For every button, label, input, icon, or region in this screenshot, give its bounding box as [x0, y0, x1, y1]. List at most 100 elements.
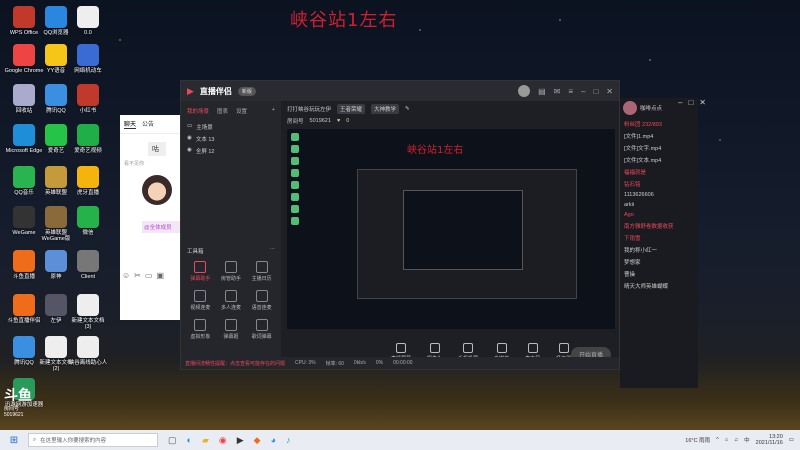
stream-category[interactable]: 王者荣耀 — [337, 104, 366, 114]
weather-text[interactable]: 16°C 雨雨 — [685, 436, 710, 444]
camera-icon — [429, 343, 440, 353]
toolbox-item-label: 语音连麦 — [251, 305, 272, 311]
app-title: 直播伴侣 — [199, 86, 232, 96]
tab-charts[interactable]: 图表 — [217, 107, 228, 115]
list-item[interactable]: arkii — [620, 200, 698, 210]
scene-group[interactable]: ▭ 主场景 — [181, 121, 281, 133]
stream-title[interactable]: 打打峡谷玩玩左伊 — [287, 105, 331, 113]
scene-item[interactable]: ◉ 全屏 12 — [181, 145, 281, 157]
tool-icon — [255, 319, 268, 331]
task-view-icon[interactable]: ▢ — [168, 435, 177, 446]
add-icon[interactable]: + — [272, 107, 275, 115]
toolbox-item[interactable]: 多人连麦 — [218, 290, 245, 311]
eye-icon[interactable]: ◉ — [187, 147, 192, 155]
scene-group-label: 主场景 — [196, 125, 213, 131]
desktop-shortcut[interactable]: Client — [68, 250, 108, 280]
toolbox-item[interactable]: 歌词弹幕 — [248, 319, 275, 340]
stream-tag[interactable]: 大神教学 — [371, 104, 400, 114]
taskbar-search[interactable]: ⌕ 在这里输入你要搜索的内容 — [28, 433, 158, 447]
fps-text: 帧率: 60 — [325, 360, 344, 367]
toolbox-item[interactable]: 视频连麦 — [187, 290, 214, 311]
mention-all[interactable]: @全体成员 — [142, 221, 180, 233]
desktop-shortcut[interactable]: 虎牙直播 — [68, 166, 108, 196]
chevron-up-icon[interactable]: ^ — [716, 437, 719, 443]
music-icon[interactable]: ♪ — [286, 435, 291, 446]
tool-icon — [255, 290, 268, 302]
desktop-shortcut[interactable]: 峡谷离线助心人 — [68, 336, 108, 366]
toolbox-grid: 弹幕助手 房管助手 主播日历视频连麦 多人连麦 语音连麦虚拟形象 弹幕姬 歌词弹幕 — [181, 255, 281, 346]
warning-text[interactable]: 直播间流畅性提醒：点击查看可能存在的问题 — [185, 360, 285, 367]
minimize-icon[interactable]: – — [678, 98, 682, 107]
user-avatar[interactable] — [518, 85, 531, 97]
list-item[interactable]: 福福就是 — [620, 166, 698, 178]
app-icon — [13, 250, 35, 272]
edge-icon[interactable]: ◐ — [187, 435, 192, 446]
notification-icon[interactable]: ▭ — [789, 437, 794, 443]
desktop-shortcut[interactable]: 爱奇艺视频 — [68, 124, 108, 154]
list-item[interactable]: [文件]文字.mp4 — [620, 142, 698, 154]
toolbox-item[interactable]: 主播日历 — [248, 261, 275, 282]
monitor-icon — [396, 343, 406, 353]
tab-scenes[interactable]: 我的场景 — [187, 107, 209, 115]
chat-tab-chat[interactable]: 聊天 — [124, 119, 137, 129]
close-icon[interactable]: ✕ — [699, 98, 706, 107]
volume-icon[interactable]: ♫ — [734, 437, 738, 443]
desktop-shortcut[interactable]: 0.0 — [68, 6, 108, 36]
list-item[interactable]: 晴天大师英雄蝴蝶 — [620, 280, 698, 292]
desktop-shortcut[interactable]: 微信 — [68, 206, 108, 236]
scene-item[interactable]: ◉ 文本 13 — [181, 133, 281, 145]
clock[interactable]: 13:20 2021/11/16 — [756, 434, 783, 446]
explorer-icon[interactable]: ▰ — [202, 435, 209, 446]
list-item[interactable]: [文件]文本.mp4 — [620, 154, 698, 166]
desktop-shortcut[interactable]: 小红书 — [68, 84, 108, 114]
list-item[interactable]: 1113626606 — [620, 190, 698, 200]
gift-icon[interactable]: ▤ — [538, 87, 546, 96]
toolbox-item-label: 房管助手 — [220, 276, 241, 282]
live-app-icon[interactable]: ▶ — [237, 435, 244, 446]
eye-icon[interactable]: ◉ — [187, 135, 192, 143]
avatar[interactable] — [623, 101, 637, 115]
network-icon[interactable]: ⌂ — [725, 437, 728, 443]
emoji-icon[interactable]: ☺ — [122, 271, 130, 280]
maximize-icon[interactable]: □ — [688, 98, 693, 107]
chrome-icon[interactable]: ◉ — [219, 435, 227, 446]
toolbox-item[interactable]: 语音连麦 — [248, 290, 275, 311]
toolbox-item[interactable]: 虚拟形象 — [187, 319, 214, 340]
scissors-icon[interactable]: ✂ — [134, 271, 141, 280]
desktop-shortcut[interactable]: 网络机动车 — [68, 44, 108, 74]
menu-icon[interactable]: ≡ — [568, 87, 573, 96]
clock-date: 2021/11/16 — [755, 440, 783, 446]
ime-lang[interactable]: 中 — [744, 436, 750, 444]
windows-start-icon[interactable]: ⊞ — [0, 430, 28, 450]
list-item[interactable]: 曹操 — [620, 268, 698, 280]
maximize-icon[interactable]: □ — [593, 87, 598, 96]
list-item[interactable]: 南方雅舒卷数据收获 — [620, 220, 698, 232]
watermark-brand: 斗鱼 — [4, 387, 32, 403]
list-item[interactable]: Ago — [620, 210, 698, 220]
folder-icon[interactable]: ▭ — [145, 271, 153, 280]
tab-settings[interactable]: 设置 — [236, 107, 247, 115]
taskbar-apps: ▢ ◐ ▰ ◉ ▶ ◆ ◕ ♪ — [168, 435, 291, 446]
desktop-shortcut[interactable]: 新建文本文档 (3) — [68, 294, 108, 330]
list-item[interactable]: [文件]1.mp4 — [620, 130, 698, 142]
more-icon[interactable]: ⋯ — [270, 247, 276, 255]
list-item[interactable]: 我的称小红一 — [620, 244, 698, 256]
list-item[interactable]: 梦想家 — [620, 256, 698, 268]
qq-icon[interactable]: ◕ — [271, 435, 276, 446]
list-item[interactable]: 钻石铭 — [620, 178, 698, 190]
toolbox-item[interactable]: 弹幕助手 — [187, 261, 214, 282]
close-icon[interactable]: ✕ — [606, 87, 613, 96]
edit-icon[interactable]: ✎ — [405, 106, 410, 112]
minimize-icon[interactable]: – — [581, 87, 585, 96]
toolbox-item[interactable]: 房管助手 — [218, 261, 245, 282]
chat-tab-notice[interactable]: 公告 — [142, 119, 154, 129]
stream-preview[interactable]: 峡谷站1左右 — [287, 129, 615, 329]
list-item[interactable]: 下雨雪 — [620, 232, 698, 244]
toolbox-header: 工具箱 ⋯ — [181, 247, 281, 255]
app-icon — [13, 294, 35, 316]
version-badge[interactable]: 新版 — [237, 86, 256, 96]
douyu-icon[interactable]: ◆ — [254, 435, 261, 446]
mail-icon[interactable]: ✉ — [554, 87, 561, 96]
image-icon[interactable]: ▣ — [156, 271, 164, 280]
toolbox-item[interactable]: 弹幕姬 — [218, 319, 245, 340]
